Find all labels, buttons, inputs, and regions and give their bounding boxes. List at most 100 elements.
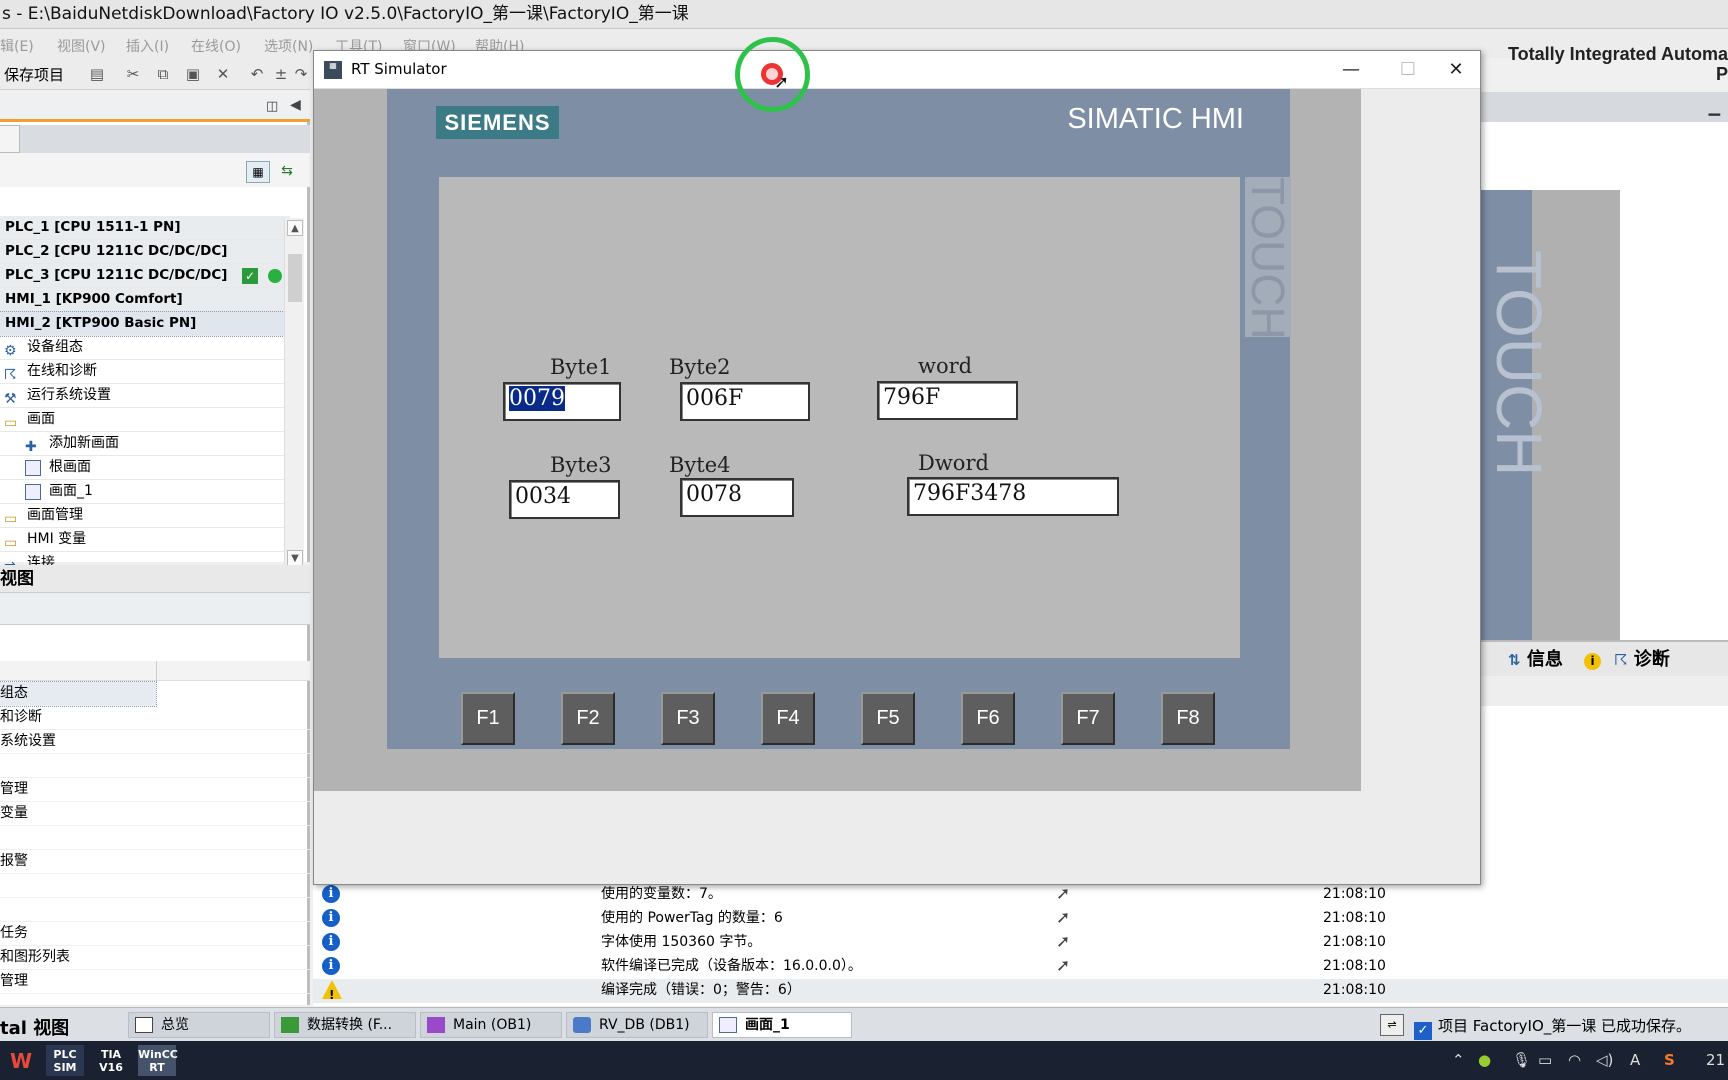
close-button[interactable]: ✕ bbox=[1432, 53, 1480, 87]
tree-item-add-screen[interactable]: ✚ 添加新画面 bbox=[0, 432, 290, 456]
word-io-field[interactable]: 796F bbox=[877, 381, 1018, 420]
function-key-f2[interactable]: F2 bbox=[561, 692, 615, 745]
undo-dropdown-icon[interactable]: ± bbox=[272, 65, 290, 83]
goto-arrow-icon[interactable]: ➚ bbox=[1056, 907, 1070, 930]
volume-icon[interactable]: ◁) bbox=[1596, 1051, 1613, 1069]
undo-icon[interactable]: ↶ bbox=[248, 65, 266, 83]
tab-diagnostics[interactable]: ☈ 诊断 bbox=[1614, 648, 1670, 674]
tray-app-icon[interactable]: ● bbox=[1478, 1051, 1491, 1069]
tree-device-plc3[interactable]: PLC_3 [CPU 1211C DC/DC/DC] ✓ bbox=[0, 264, 290, 288]
battery-icon[interactable]: ▭ bbox=[1538, 1051, 1552, 1069]
detail-row[interactable]: 组态 bbox=[0, 681, 157, 707]
byte2-io-field[interactable]: 006F bbox=[680, 382, 810, 421]
tree-device-plc1[interactable]: PLC_1 [CPU 1511-1 PN] bbox=[0, 216, 290, 240]
minimize-button[interactable]: — bbox=[1327, 53, 1375, 87]
microphone-icon[interactable]: 🎙 bbox=[1512, 1051, 1531, 1069]
network-icon[interactable]: ⇆ bbox=[276, 161, 298, 183]
detail-row[interactable]: 系统设置 bbox=[0, 730, 310, 754]
message-row[interactable]: i 使用的 PowerTag 的数量：6 ➚ 21:08:10 bbox=[313, 907, 1728, 931]
menu-online[interactable]: 在线(O) bbox=[191, 36, 241, 56]
devices-tab[interactable] bbox=[0, 125, 20, 153]
function-key-f4[interactable]: F4 bbox=[761, 692, 815, 745]
tree-item-online-diag[interactable]: ☈ 在线和诊断 bbox=[0, 360, 290, 384]
detail-row[interactable] bbox=[0, 754, 310, 778]
function-key-f7[interactable]: F7 bbox=[1061, 692, 1115, 745]
status-panel-icon[interactable]: ⇌ bbox=[1380, 1014, 1404, 1036]
project-tree-scrollbar[interactable]: ▲ ▼ bbox=[284, 218, 304, 570]
tab-info[interactable]: ⇅ 信息 bbox=[1508, 648, 1563, 674]
cut-icon[interactable]: ✂ bbox=[124, 65, 142, 83]
tree-device-hmi1[interactable]: HMI_1 [KP900 Comfort] bbox=[0, 288, 290, 312]
menu-view[interactable]: 视图(V) bbox=[57, 36, 106, 56]
detail-row[interactable]: 任务 bbox=[0, 922, 310, 946]
minimize-editor-icon[interactable]: ▁ bbox=[1708, 98, 1720, 116]
detail-row[interactable] bbox=[0, 898, 310, 922]
taskbar-app-plcsim[interactable]: PLC SIM bbox=[46, 1045, 84, 1076]
tab-screen-1[interactable]: 画面_1 bbox=[712, 1012, 852, 1038]
goto-arrow-icon[interactable]: ➚ bbox=[1056, 955, 1070, 978]
save-project-button[interactable]: 保存项目 bbox=[4, 64, 64, 85]
tree-item-hmi-tags[interactable]: ▭ HMI 变量 bbox=[0, 528, 290, 552]
overview-icon[interactable]: ▦ bbox=[246, 161, 270, 183]
tree-item-device-config[interactable]: ⚙ 设备组态 bbox=[0, 336, 290, 360]
detail-row[interactable]: 和图形列表 bbox=[0, 946, 310, 970]
function-key-f8[interactable]: F8 bbox=[1161, 692, 1215, 745]
tree-item-screens[interactable]: ▭ 画面 bbox=[0, 408, 290, 432]
tree-item-root-screen[interactable]: 根画面 bbox=[0, 456, 290, 480]
tree-device-plc2[interactable]: PLC_2 [CPU 1211C DC/DC/DC] bbox=[0, 240, 290, 264]
tray-expand-icon[interactable]: ⌃ bbox=[1452, 1051, 1465, 1069]
detail-row[interactable]: 和诊断 bbox=[0, 706, 310, 730]
ime-app-icon[interactable]: S bbox=[1664, 1051, 1675, 1069]
message-row[interactable]: i 使用的变量数：7。 ➚ 21:08:10 bbox=[313, 883, 1728, 907]
paste-icon[interactable]: ▣ bbox=[184, 65, 202, 83]
goto-arrow-icon[interactable]: ➚ bbox=[1056, 883, 1070, 906]
menu-options[interactable]: 选项(N) bbox=[264, 36, 313, 56]
tree-item-screen-1[interactable]: 画面_1 bbox=[0, 480, 290, 504]
tree-item-runtime-settings[interactable]: ⚒ 运行系统设置 bbox=[0, 384, 290, 408]
function-key-f1[interactable]: F1 bbox=[461, 692, 515, 745]
detail-row[interactable]: 管理 bbox=[0, 778, 310, 802]
taskbar-app-wps[interactable]: W bbox=[2, 1045, 40, 1076]
taskbar-app-tia[interactable]: TIA V16 bbox=[92, 1045, 130, 1076]
scrollbar-thumb[interactable] bbox=[288, 254, 302, 302]
function-key-f3[interactable]: F3 bbox=[661, 692, 715, 745]
message-row[interactable]: ! 编译完成（错误：0；警告：6） 21:08:10 bbox=[313, 979, 1728, 1003]
portal-view-button[interactable]: tal 视图 bbox=[0, 1014, 69, 1040]
tab-rv-db[interactable]: RV_DB (DB1) bbox=[566, 1012, 708, 1038]
taskbar-app-wincc-rt[interactable]: WinCC RT bbox=[138, 1045, 178, 1076]
copy-icon[interactable]: ⧉ bbox=[154, 65, 172, 83]
tab-overview[interactable]: 总览 bbox=[128, 1012, 270, 1038]
function-key-f5[interactable]: F5 bbox=[861, 692, 915, 745]
detail-row[interactable]: 管理 bbox=[0, 970, 310, 994]
scroll-up-icon[interactable]: ▲ bbox=[287, 220, 303, 236]
function-key-f6[interactable]: F6 bbox=[961, 692, 1015, 745]
detail-row[interactable]: 变量 bbox=[0, 802, 310, 826]
redo-icon[interactable]: ↷ bbox=[292, 65, 310, 83]
print-icon[interactable]: ▤ bbox=[88, 65, 106, 83]
goto-arrow-icon[interactable]: ➚ bbox=[1056, 931, 1070, 954]
detail-row[interactable] bbox=[0, 874, 310, 898]
menu-insert[interactable]: 插入(I) bbox=[126, 36, 169, 56]
maximize-button[interactable]: ☐ bbox=[1384, 53, 1432, 87]
scroll-down-icon[interactable]: ▼ bbox=[287, 550, 303, 566]
byte4-io-field[interactable]: 0078 bbox=[680, 478, 794, 517]
message-row[interactable]: i 软件编译已完成（设备版本：16.0.0.0）。 ➚ 21:08:10 bbox=[313, 955, 1728, 979]
tab-main-ob1[interactable]: Main (OB1) bbox=[420, 1012, 562, 1038]
menu-edit[interactable]: 辑(E) bbox=[0, 36, 34, 56]
message-row[interactable]: i 字体使用 150360 字节。 ➚ 21:08:10 bbox=[313, 931, 1728, 955]
wifi-icon[interactable]: ◠ bbox=[1568, 1051, 1581, 1069]
detail-row[interactable] bbox=[0, 826, 310, 850]
ime-mode-indicator[interactable]: A bbox=[1630, 1051, 1640, 1069]
rt-simulator-titlebar[interactable]: ▦ RT Simulator — ☐ ✕ bbox=[314, 51, 1480, 89]
taskbar-clock[interactable]: 21 bbox=[1706, 1051, 1725, 1069]
tab-data-conversion[interactable]: 数据转换 (F... bbox=[274, 1012, 416, 1038]
dword-io-field[interactable]: 796F3478 bbox=[907, 477, 1119, 516]
panel-layout-icon[interactable]: ◫ bbox=[266, 99, 278, 114]
tree-item-screen-management[interactable]: ▭ 画面管理 bbox=[0, 504, 290, 528]
collapse-panel-icon[interactable]: ◀ bbox=[290, 97, 301, 113]
byte3-io-field[interactable]: 0034 bbox=[509, 480, 620, 519]
detail-row[interactable]: 报警 bbox=[0, 850, 310, 874]
byte1-io-field[interactable]: 0079 bbox=[503, 382, 621, 421]
delete-icon[interactable]: ✕ bbox=[214, 65, 232, 83]
tree-device-hmi2[interactable]: HMI_2 [KTP900 Basic PN] bbox=[0, 311, 291, 337]
